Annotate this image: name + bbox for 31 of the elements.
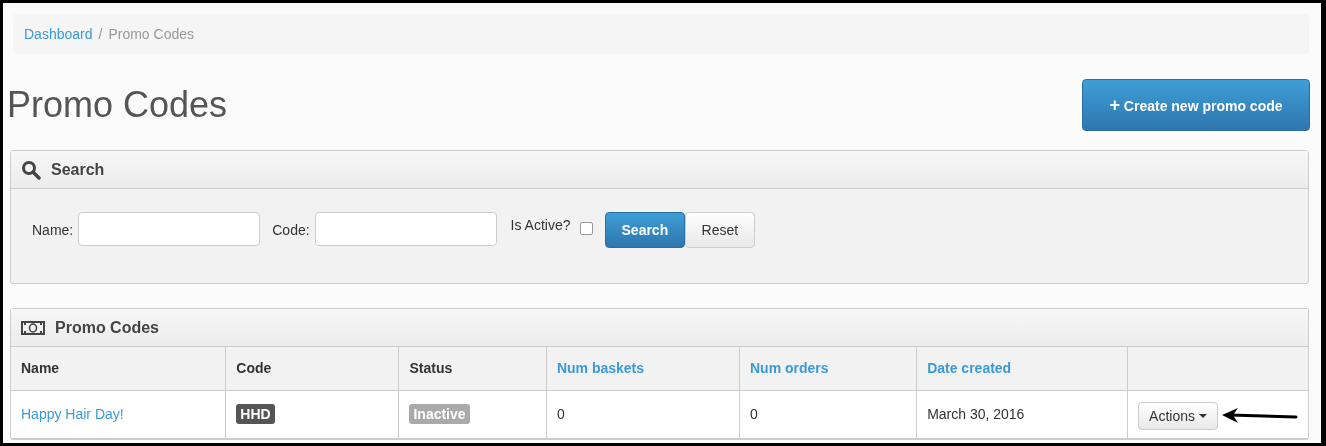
table-cell: 0 bbox=[750, 406, 758, 423]
field-label: Code: bbox=[272, 222, 310, 238]
panel-title: Search bbox=[51, 160, 105, 179]
input-field[interactable] bbox=[314, 212, 497, 246]
breadcrumb-link[interactable]: Dashboard bbox=[24, 26, 93, 42]
code-label: HHD bbox=[236, 404, 275, 425]
checkbox[interactable] bbox=[579, 222, 593, 235]
field-label: Name: bbox=[32, 222, 74, 238]
search-button[interactable]: Search bbox=[604, 212, 685, 248]
breadcrumb-separator: / bbox=[98, 26, 103, 42]
sort-link[interactable]: Num orders bbox=[750, 360, 829, 377]
status-label: Inactive bbox=[409, 404, 470, 425]
search-icon bbox=[21, 159, 41, 180]
create-button[interactable]: + Create new promo code bbox=[1082, 79, 1310, 131]
input-field[interactable] bbox=[78, 212, 261, 246]
column-header: Name bbox=[21, 360, 60, 377]
panel-title: Promo Codes bbox=[55, 318, 159, 337]
sort-link[interactable]: Num baskets bbox=[556, 360, 645, 377]
actions-button[interactable]: Actions bbox=[1138, 402, 1218, 430]
caret-icon bbox=[1199, 414, 1207, 418]
banknote-icon bbox=[21, 319, 45, 336]
breadcrumb-current: Promo Codes bbox=[108, 26, 194, 42]
field-label: Is Active? bbox=[510, 217, 571, 233]
page-title: Promo Codes bbox=[7, 83, 228, 127]
table-cell: March 30, 2016 bbox=[927, 406, 1025, 423]
table-cell: 0 bbox=[556, 406, 565, 423]
promo-link[interactable]: Happy Hair Day! bbox=[21, 406, 124, 423]
sort-link[interactable]: Date created bbox=[927, 360, 1012, 377]
column-header: Code bbox=[236, 360, 272, 377]
column-header: Status bbox=[409, 360, 453, 377]
reset-button[interactable]: Reset bbox=[684, 212, 756, 248]
